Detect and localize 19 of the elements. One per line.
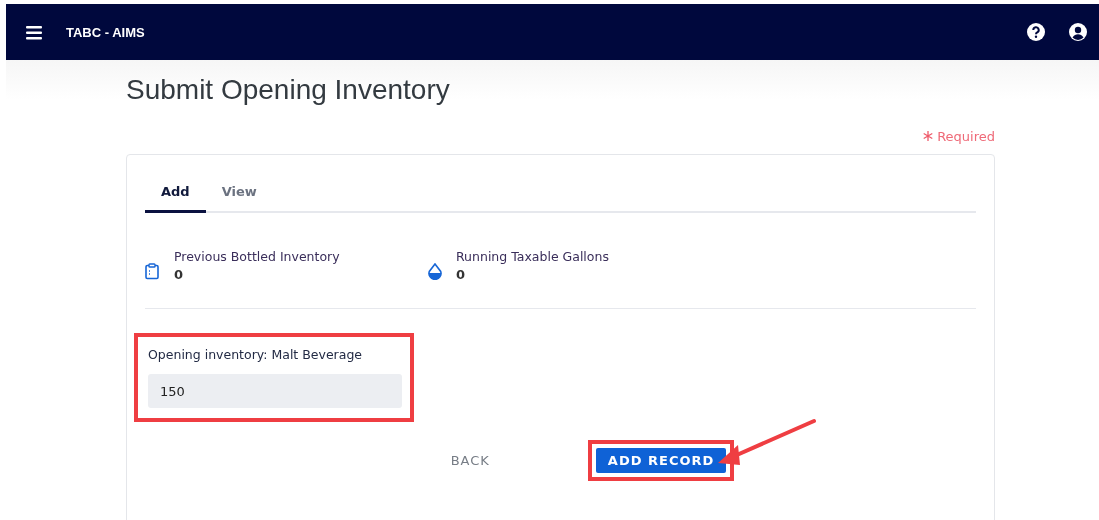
water-drop-icon	[427, 263, 442, 280]
tab[interactable]: View	[205, 173, 273, 213]
app-title: TABC - AIMS	[66, 24, 145, 40]
help-icon[interactable]	[1027, 23, 1045, 41]
add-record-button[interactable]: ADD RECORD	[595, 448, 727, 473]
required-note: Required	[937, 128, 995, 144]
stat-value: 0	[174, 267, 185, 282]
tab[interactable]: Add	[145, 173, 206, 213]
clipboard-icon	[145, 263, 160, 280]
field-label: Opening inventory: Malt Beverage	[148, 347, 364, 362]
back-button[interactable]: BACK	[438, 448, 502, 473]
stat-label: Running Taxable Gallons	[456, 249, 609, 264]
input-field[interactable]: 150	[148, 374, 402, 408]
asterisk-icon	[923, 131, 934, 141]
menu-icon[interactable]	[26, 24, 42, 40]
account-icon[interactable]	[1069, 23, 1087, 41]
page-title: Submit Opening Inventory	[126, 73, 451, 107]
stat-label: Previous Bottled Inventory	[174, 249, 340, 264]
stat-value: 0	[456, 267, 467, 282]
